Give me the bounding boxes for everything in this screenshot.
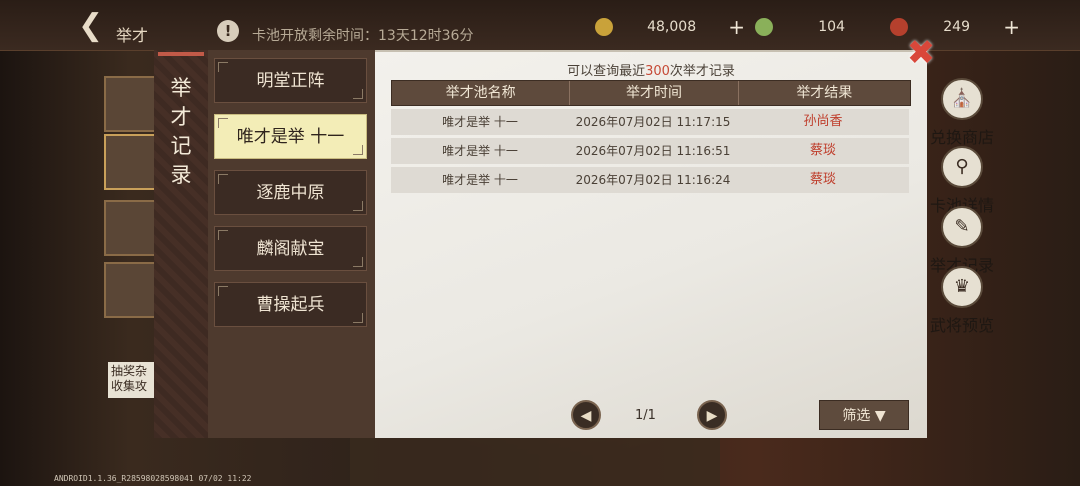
close-icon[interactable]: ✖ bbox=[904, 36, 938, 70]
currency-value: 104 bbox=[818, 19, 845, 35]
hero-portrait[interactable] bbox=[104, 134, 160, 190]
tab-pool-active[interactable]: 唯才是举 十一 bbox=[214, 114, 367, 159]
currency-value: 249 bbox=[943, 19, 970, 35]
pool-tab-list: 明堂正阵 唯才是举 十一 逐鹿中原 麟阁献宝 曹操起兵 bbox=[208, 50, 375, 438]
tab-pool[interactable]: 逐鹿中原 bbox=[214, 170, 367, 215]
page-indicator: 1/1 bbox=[635, 408, 656, 423]
tab-pool[interactable]: 麟阁献宝 bbox=[214, 226, 367, 271]
jade-icon bbox=[755, 18, 773, 36]
record-limit-count: 300 bbox=[645, 64, 670, 79]
table-row: 唯才是举 十一 2026年07月02日 11:16:24 蔡琰 bbox=[391, 167, 909, 193]
tab-pool[interactable]: 曹操起兵 bbox=[214, 282, 367, 327]
currency-value: 48,008 bbox=[647, 19, 697, 35]
info-icon[interactable]: ! bbox=[217, 20, 239, 42]
add-token-button[interactable]: + bbox=[1003, 15, 1020, 39]
arrow-left-icon: ◀ bbox=[580, 408, 592, 424]
dialog-title: 举才记录 bbox=[170, 76, 192, 187]
search-icon: ⚲ bbox=[941, 146, 983, 188]
add-coin-button[interactable]: + bbox=[728, 15, 745, 39]
lottery-tip[interactable]: 抽奖杂 收集攻 bbox=[108, 362, 160, 398]
record-content: 可以查询最近300次举才记录 举才池名称 举才时间 举才结果 唯才是举 十一 2… bbox=[375, 50, 927, 438]
record-dialog: 举才记录 明堂正阵 唯才是举 十一 逐鹿中原 麟阁献宝 曹操起兵 可以查询最近3… bbox=[154, 50, 927, 438]
next-page-button[interactable]: ▶ bbox=[697, 400, 727, 430]
table-header: 举才池名称 举才时间 举才结果 bbox=[391, 80, 911, 106]
chevron-left-icon[interactable]: ❮ bbox=[78, 11, 103, 41]
column-draw-result: 举才结果 bbox=[796, 85, 853, 101]
currency-jade: 104 + bbox=[755, 15, 905, 39]
dialog-side-strip: 举才记录 bbox=[154, 50, 210, 438]
record-limit-info: 可以查询最近300次举才记录 bbox=[567, 64, 735, 79]
table-row: 唯才是举 十一 2026年07月02日 11:16:51 蔡琰 bbox=[391, 138, 909, 164]
arrow-right-icon: ▶ bbox=[706, 408, 718, 424]
bottom-draw-bar bbox=[350, 430, 720, 486]
token-icon bbox=[890, 18, 908, 36]
tab-pool[interactable]: 明堂正阵 bbox=[214, 58, 367, 103]
filter-icon: ▼ bbox=[874, 408, 886, 424]
page-title: 举才 bbox=[116, 26, 149, 45]
pool-timer: 卡池开放剩余时间：13天12时36分 bbox=[252, 28, 474, 44]
exchange-shop-button[interactable]: ⛪ 兑换商店 bbox=[922, 78, 1002, 148]
version-text: ANDROID1.1.36_R28598028598041 07/02 11:2… bbox=[54, 474, 252, 483]
coin-icon bbox=[595, 18, 613, 36]
column-pool-name: 举才池名称 bbox=[392, 81, 571, 105]
shop-icon: ⛪ bbox=[941, 78, 983, 120]
brush-icon: ✎ bbox=[941, 206, 983, 248]
hero-portrait[interactable] bbox=[104, 262, 160, 318]
prev-page-button[interactable]: ◀ bbox=[571, 400, 601, 430]
table-row: 唯才是举 十一 2026年07月02日 11:17:15 孙尚香 bbox=[391, 109, 909, 135]
currency-coin: 48,008 + bbox=[595, 15, 745, 39]
hero-preview-button[interactable]: ♛ 武将预览 bbox=[922, 266, 1002, 336]
helmet-icon: ♛ bbox=[941, 266, 983, 308]
hero-portrait[interactable] bbox=[104, 200, 160, 256]
hero-portrait[interactable] bbox=[104, 76, 160, 132]
filter-button[interactable]: 筛选 ▼ bbox=[819, 400, 909, 430]
column-draw-time: 举才时间 bbox=[570, 81, 739, 105]
